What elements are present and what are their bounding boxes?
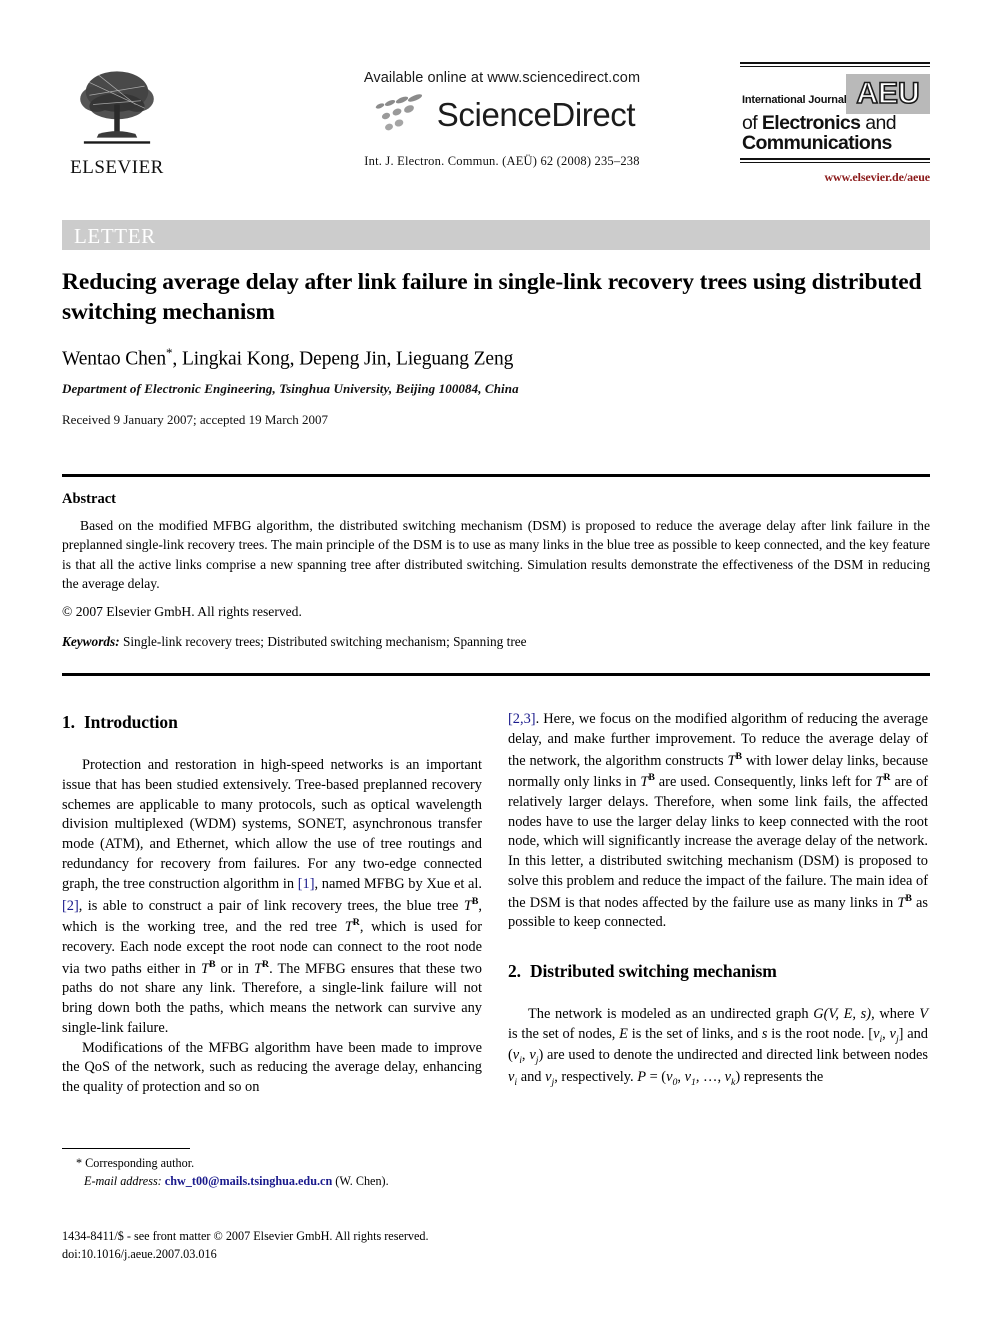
dsm-p1-o: ) represents the bbox=[735, 1068, 824, 1085]
dsm-p1-d: is the set of links, and bbox=[627, 1026, 762, 1043]
dsm-p1-e: is the root node. [ bbox=[767, 1026, 874, 1043]
math-tr-3: T bbox=[875, 773, 884, 790]
dsm-p1-i: ) are used to denote the undirected and … bbox=[538, 1047, 928, 1064]
available-online-text: Available online at www.sciencedirect.co… bbox=[363, 70, 641, 86]
email-note: E-mail address: chw_t00@mails.tsinghua.e… bbox=[62, 1173, 482, 1191]
math-tb-2: T bbox=[200, 960, 209, 977]
author-rest: , Lingkai Kong, Depeng Jin, Lieguang Zen… bbox=[172, 348, 514, 370]
page-header: ELSEVIER Available online at www.science… bbox=[62, 58, 930, 203]
elsevier-wordmark: ELSEVIER bbox=[70, 157, 164, 178]
math-var-e: E bbox=[619, 1026, 628, 1043]
body-column-left: 1. Introduction Protection and restoratio… bbox=[62, 710, 482, 1098]
journal-logo-line1: International Journal bbox=[742, 94, 847, 106]
dsm-p1-a: The network is modeled as an undirected … bbox=[528, 1006, 814, 1023]
math-tr-2: T bbox=[253, 960, 262, 977]
section-number-2: 2. bbox=[508, 961, 521, 982]
intro-paragraph-2-right: [2,3]. Here, we focus on the modified al… bbox=[508, 710, 928, 933]
journal-logo-and: and bbox=[860, 112, 896, 134]
email-suffix: (W. Chen). bbox=[335, 1173, 389, 1188]
keywords: Keywords: Single-link recovery trees; Di… bbox=[62, 634, 930, 650]
intro-p1-a: Protection and restoration in high-speed… bbox=[62, 757, 482, 892]
math-graph-g: G bbox=[813, 1006, 824, 1023]
math-var-v: V bbox=[919, 1006, 928, 1023]
sciencedirect-swoosh-icon bbox=[375, 94, 422, 131]
author-first: Wentao Chen bbox=[62, 348, 167, 370]
journal-logo-electronics: Electronics bbox=[761, 112, 861, 134]
article-history: Received 9 January 2007; accepted 19 Mar… bbox=[62, 412, 329, 427]
sciencedirect-wordmark: ScienceDirect bbox=[436, 95, 636, 133]
sciencedirect-logo: ScienceDirect bbox=[287, 92, 717, 136]
dsm-p1-n: , …, bbox=[695, 1068, 725, 1085]
abstract-heading: Abstract bbox=[62, 491, 116, 507]
abstract-bottom-rule bbox=[62, 673, 930, 676]
math-tb-3: T bbox=[727, 752, 736, 769]
journal-logo-rule-bottom bbox=[740, 158, 930, 163]
body-column-right: [2,3]. Here, we focus on the modified al… bbox=[508, 710, 928, 1089]
keywords-label: Keywords: bbox=[62, 634, 120, 649]
dsm-p1-m: , bbox=[677, 1068, 685, 1085]
email-label: E-mail address: bbox=[84, 1173, 162, 1188]
citation-1[interactable]: [1] bbox=[298, 876, 315, 892]
footnote-rule bbox=[62, 1148, 190, 1150]
dsm-p1-c: is the set of nodes, bbox=[508, 1026, 620, 1043]
journal-logo-line3: Communications bbox=[742, 132, 892, 154]
sciencedirect-block: Available online at www.sciencedirect.co… bbox=[287, 70, 717, 169]
author-list: Wentao Chen*, Lingkai Kong, Depeng Jin, … bbox=[62, 345, 924, 371]
article-type-label: LETTER bbox=[74, 224, 156, 248]
math-tr-3-sup: R bbox=[883, 772, 891, 784]
intro-paragraph-1: Protection and restoration in high-speed… bbox=[62, 756, 482, 1039]
article-type-banner: LETTER bbox=[62, 220, 930, 250]
paper-page: ELSEVIER Available online at www.science… bbox=[0, 0, 992, 1323]
dsm-p1-l: = ( bbox=[645, 1068, 667, 1085]
dsm-p1-k: , respectively. bbox=[554, 1068, 638, 1085]
footnote-block: * Corresponding author. E-mail address: … bbox=[62, 1155, 482, 1190]
keywords-value: Single-link recovery trees; Distributed … bbox=[122, 634, 527, 649]
intro-p1-c: , is able to construct a pair of link re… bbox=[78, 897, 464, 914]
section-heading-introduction: 1. Introduction bbox=[62, 710, 482, 734]
dsm-p1-b: , where bbox=[871, 1006, 920, 1023]
citation-2[interactable]: [2] bbox=[62, 897, 79, 913]
intro-paragraph-2-left: Modifications of the MFBG algorithm have… bbox=[62, 1039, 482, 1098]
aeu-badge: AEU bbox=[846, 74, 930, 114]
abstract-body: Based on the modified MFBG algorithm, th… bbox=[62, 518, 930, 591]
intro-p2-d: are used. Consequently, links left for bbox=[654, 773, 876, 790]
aeu-badge-text: AEU bbox=[856, 77, 921, 110]
section-title-2: Distributed switching mechanism bbox=[529, 961, 777, 982]
journal-logo-of: of bbox=[742, 112, 762, 134]
abstract-copyright: © 2007 Elsevier GmbH. All rights reserve… bbox=[62, 604, 302, 619]
elsevier-tree-icon bbox=[72, 65, 162, 155]
journal-logo-block: AEU International Journal of Electronics… bbox=[740, 62, 930, 185]
intro-p1-b: , named MFBG by Xue et al. bbox=[314, 875, 482, 892]
affiliation: Department of Electronic Engineering, Ts… bbox=[62, 381, 519, 396]
math-tr-1-sup: R bbox=[352, 917, 360, 929]
math-var-p: P bbox=[637, 1068, 646, 1085]
intro-p1-f: or in bbox=[215, 960, 254, 977]
section-heading-dsm: 2. Distributed switching mechanism bbox=[508, 959, 928, 983]
section-number-1: 1. bbox=[62, 712, 75, 732]
journal-url-link[interactable]: www.elsevier.de/aeue bbox=[740, 170, 930, 185]
math-tr-2-sup: R bbox=[261, 958, 270, 970]
math-tb-1: T bbox=[463, 897, 472, 914]
page-title: Reducing average delay after link failur… bbox=[62, 269, 922, 325]
intro-p2-e: are of relatively larger delays. Therefo… bbox=[508, 773, 928, 911]
math-tr-1: T bbox=[344, 919, 353, 936]
corresponding-author-note: * Corresponding author. bbox=[76, 1156, 195, 1170]
journal-citation: Int. J. Electron. Commun. (AEÜ) 62 (2008… bbox=[364, 154, 640, 168]
intro-p2-a: Modifications of the MFBG algorithm have… bbox=[62, 1039, 482, 1096]
elsevier-logo: ELSEVIER bbox=[62, 64, 172, 179]
imprint-doi[interactable]: doi:10.1016/j.aeue.2007.03.016 bbox=[62, 1246, 492, 1264]
dsm-p1-f: , bbox=[882, 1026, 890, 1043]
math-graph-args: (V, E, s) bbox=[823, 1006, 872, 1023]
imprint-front-matter: 1434-8411/$ - see front matter © 2007 El… bbox=[62, 1229, 429, 1243]
citation-3[interactable]: [2,3] bbox=[508, 711, 536, 727]
email-link[interactable]: chw_t00@mails.tsinghua.edu.cn bbox=[165, 1174, 332, 1188]
section-title-1: Introduction bbox=[83, 712, 178, 732]
dsm-p1-j: and bbox=[517, 1068, 546, 1085]
dsm-paragraph-1: The network is modeled as an undirected … bbox=[508, 1005, 928, 1089]
journal-logo-rule-top bbox=[740, 62, 930, 67]
abstract-top-rule bbox=[62, 474, 930, 477]
imprint-block: 1434-8411/$ - see front matter © 2007 El… bbox=[62, 1228, 492, 1263]
